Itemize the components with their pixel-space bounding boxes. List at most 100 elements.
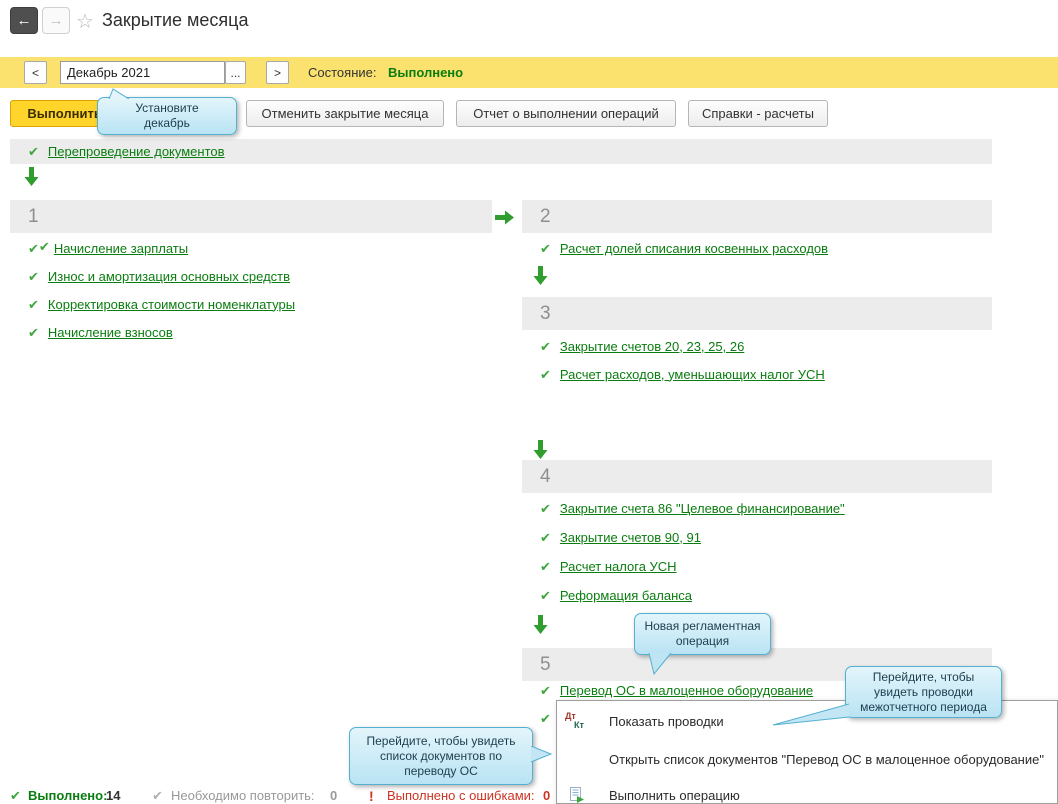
done-check-icon: ✔ — [540, 684, 551, 697]
flow-down-arrow-icon — [24, 167, 39, 186]
period-picker-button[interactable]: ... — [225, 61, 246, 84]
reposting-documents-link[interactable]: Перепроведение документов — [48, 144, 225, 159]
back-arrow-icon: ← — [17, 12, 32, 29]
tooltip-line: список документов по — [356, 749, 526, 764]
tooltip-line: переводу ОС — [356, 764, 526, 779]
operation-link[interactable]: Закрытие счетов 90, 91 — [560, 530, 701, 545]
done-check-icon: ✔ — [540, 712, 551, 725]
operation-row: ✔ Износ и амортизация основных средств — [28, 266, 290, 286]
period-input[interactable] — [60, 61, 225, 84]
state-value: Выполнено — [388, 65, 463, 80]
flow-right-arrow-icon — [495, 210, 514, 225]
reposting-bar: ✔ Перепроведение документов — [10, 139, 992, 164]
operation-link[interactable]: Начисление взносов — [48, 325, 173, 340]
block-4-header: 4 — [522, 460, 992, 493]
done-check-icon: ✔ — [540, 502, 551, 515]
tooltip-see-documents: Перейдите, чтобы увидеть список документ… — [349, 727, 533, 785]
status-done-value: 14 — [106, 789, 120, 803]
operation-row: ✔ Закрытие счета 86 "Целевое финансирова… — [540, 498, 845, 518]
menu-item-label: Открыть список документов "Перевод ОС в … — [609, 752, 1044, 767]
month-closing-window: ← → ☆ Закрытие месяца < ... > Состояние:… — [0, 0, 1058, 804]
status-repeat-value: 0 — [330, 789, 337, 803]
operation-row: ✔ Реформация баланса — [540, 585, 692, 605]
operation-row: ✔ Закрытие счетов 20, 23, 25, 26 — [540, 336, 744, 356]
tooltip-set-december: Установите декабрь — [97, 97, 237, 135]
done-check-icon: ✔ — [540, 340, 551, 353]
block-3-header: 3 — [522, 297, 992, 330]
tooltip-line: Новая регламентная — [641, 619, 764, 634]
tooltip-line: Установите — [104, 101, 230, 116]
tooltip-see-postings: Перейдите, чтобы увидеть проводки межотч… — [845, 666, 1002, 718]
done-check-icon: ✔ — [540, 242, 551, 255]
block-number: 5 — [540, 654, 551, 675]
tooltip-line: увидеть проводки — [852, 685, 995, 700]
menu-item-perform-operation[interactable]: Выполнить операцию — [557, 779, 1057, 804]
done-check-icon: ✔ — [540, 560, 551, 573]
operation-row: ✔ Расчет расходов, уменьшающих налог УСН — [540, 364, 825, 384]
operation-link[interactable]: Закрытие счетов 20, 23, 25, 26 — [560, 339, 744, 354]
block-number: 4 — [540, 466, 551, 487]
operation-link[interactable]: Расчет налога УСН — [560, 559, 677, 574]
block-2-header: 2 — [522, 200, 992, 233]
status-errors-label: Выполнено с ошибками: — [387, 789, 535, 803]
done-check-icon: ✔ — [28, 298, 39, 311]
done-check-icon: ✔ — [540, 531, 551, 544]
cancel-closing-button[interactable]: Отменить закрытие месяца — [246, 100, 444, 127]
operation-link[interactable]: Расчет расходов, уменьшающих налог УСН — [560, 367, 825, 382]
repeat-check-icon: ✔ — [152, 789, 163, 803]
flow-down-arrow-icon — [533, 440, 548, 459]
tooltip-pointer-icon — [772, 701, 850, 727]
operation-link[interactable]: Износ и амортизация основных средств — [48, 269, 290, 284]
forward-arrow-icon: → — [49, 12, 64, 29]
page-title: Закрытие месяца — [102, 10, 248, 31]
block-number: 3 — [540, 303, 551, 324]
operation-link[interactable]: Расчет долей списания косвенных расходов — [560, 241, 828, 256]
perform-operation-icon — [569, 787, 585, 804]
previous-period-button[interactable]: < — [24, 61, 47, 84]
done-check-icon: ✔ — [28, 242, 39, 255]
menu-item-label: Показать проводки — [609, 714, 724, 729]
tooltip-new-operation: Новая регламентная операция — [634, 613, 771, 655]
status-done-label: Выполнено: — [28, 789, 107, 803]
tooltip-line: операция — [641, 634, 764, 649]
flow-down-arrow-icon — [533, 266, 548, 285]
tooltip-pointer-icon — [647, 653, 673, 675]
done-check-icon: ✔ — [28, 270, 39, 283]
done-check-icon: ✔ — [540, 368, 551, 381]
done-check-icon: ✔ — [10, 789, 21, 803]
operation-link[interactable]: Начисление зарплаты — [54, 241, 188, 256]
dtkt-postings-icon: Дт Кт — [565, 712, 589, 730]
operations-report-button[interactable]: Отчет о выполнении операций — [456, 100, 676, 127]
tooltip-line: межотчетного периода — [852, 700, 995, 715]
forward-button[interactable]: → — [42, 7, 70, 34]
state-label: Состояние: — [308, 65, 376, 80]
operation-row: ✔ Закрытие счетов 90, 91 — [540, 527, 701, 547]
error-exclamation-icon: ! — [369, 789, 374, 803]
tooltip-pointer-icon — [530, 746, 553, 764]
operation-link[interactable]: Реформация баланса — [560, 588, 692, 603]
menu-item-open-documents[interactable]: Открыть список документов "Перевод ОС в … — [557, 743, 1057, 775]
menu-item-label: Выполнить операцию — [609, 788, 740, 803]
operation-link[interactable]: Корректировка стоимости номенклатуры — [48, 297, 295, 312]
operation-link[interactable]: Закрытие счета 86 "Целевое финансировани… — [560, 501, 845, 516]
operation-row: ✔ Расчет долей списания косвенных расход… — [540, 238, 828, 258]
references-calculations-button[interactable]: Справки - расчеты — [688, 100, 828, 127]
tooltip-line: Перейдите, чтобы — [852, 670, 995, 685]
tooltip-line: Перейдите, чтобы увидеть — [356, 734, 526, 749]
tooltip-line: декабрь — [104, 116, 230, 131]
operation-row: ✔ — [540, 708, 551, 728]
done-check-icon: ✔ — [39, 240, 50, 253]
done-check-icon: ✔ — [28, 145, 39, 158]
block-number: 2 — [540, 206, 551, 227]
done-check-icon: ✔ — [28, 326, 39, 339]
next-period-button[interactable]: > — [266, 61, 289, 84]
back-button[interactable]: ← — [10, 7, 38, 34]
flow-down-arrow-icon — [533, 615, 548, 634]
favorite-star-icon[interactable]: ☆ — [76, 9, 94, 34]
tooltip-pointer-icon — [108, 88, 130, 99]
operation-row: ✔ Расчет налога УСН — [540, 556, 677, 576]
status-errors-value: 0 — [543, 789, 550, 803]
operation-row: ✔ Корректировка стоимости номенклатуры — [28, 294, 295, 314]
operation-link[interactable]: Перевод ОС в малоценное оборудование — [560, 683, 813, 698]
block-1-header: 1 — [10, 200, 492, 233]
